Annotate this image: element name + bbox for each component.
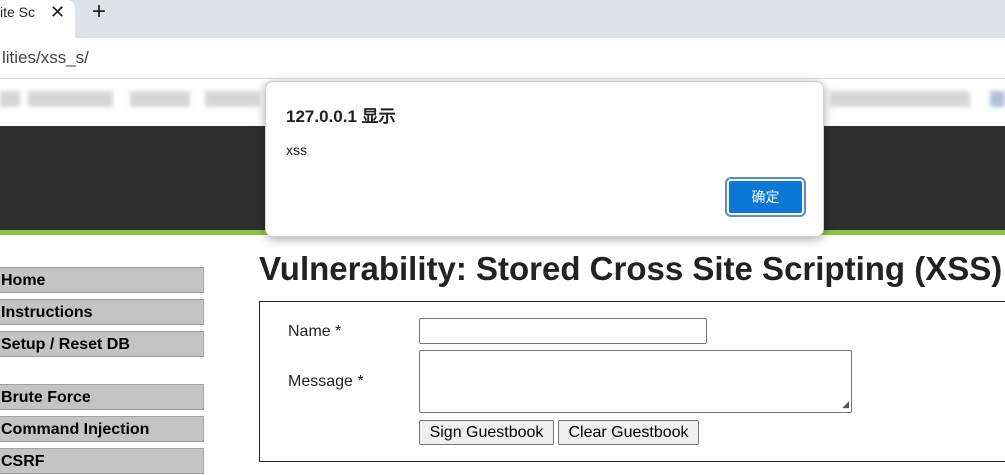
message-label: Message * (288, 373, 364, 390)
blurred-bookmark (990, 91, 1005, 107)
dialog-title: 127.0.0.1 显示 (286, 107, 396, 126)
menu-item-csrf[interactable]: CSRF (0, 448, 204, 474)
tab-title: ite Sc (0, 4, 36, 20)
menu-item-instructions[interactable]: Instructions (0, 299, 204, 325)
guestbook-form: Name * Message * ◢ Sign Guestbook Clear … (259, 301, 1005, 462)
new-tab-icon[interactable]: + (92, 0, 106, 26)
name-input[interactable] (419, 318, 707, 344)
dialog-message: xss (286, 142, 307, 158)
menu-item-command-injection[interactable]: Command Injection (0, 416, 204, 442)
blurred-bookmark (0, 91, 20, 107)
blurred-bookmark (205, 91, 260, 107)
address-bar[interactable]: lities/xss_s/ (0, 38, 1005, 79)
blurred-bookmark (830, 91, 970, 107)
menu-item-brute-force[interactable]: Brute Force (0, 384, 204, 410)
menu-item-home[interactable]: Home (0, 267, 204, 293)
resize-grip-icon[interactable]: ◢ (842, 399, 849, 410)
tab-close-icon[interactable]: ✕ (50, 2, 65, 23)
clear-guestbook-button[interactable]: Clear Guestbook (558, 420, 699, 445)
sign-guestbook-button[interactable]: Sign Guestbook (419, 420, 554, 445)
name-label: Name * (288, 323, 342, 340)
page-title: Vulnerability: Stored Cross Site Scripti… (259, 250, 1003, 287)
menu-item-setup-reset-db[interactable]: Setup / Reset DB (0, 331, 204, 357)
blurred-bookmark (28, 91, 113, 107)
url-text[interactable]: lities/xss_s/ (2, 48, 89, 68)
dialog-ok-button[interactable]: 确定 (725, 177, 806, 217)
blurred-bookmark (130, 91, 190, 107)
alert-dialog: 127.0.0.1 显示 xss 确定 (265, 81, 824, 237)
browser-tab-strip: ite Sc ✕ + (0, 0, 1005, 38)
message-textarea[interactable]: ◢ (419, 350, 852, 413)
browser-tab[interactable]: ite Sc ✕ (0, 0, 75, 38)
